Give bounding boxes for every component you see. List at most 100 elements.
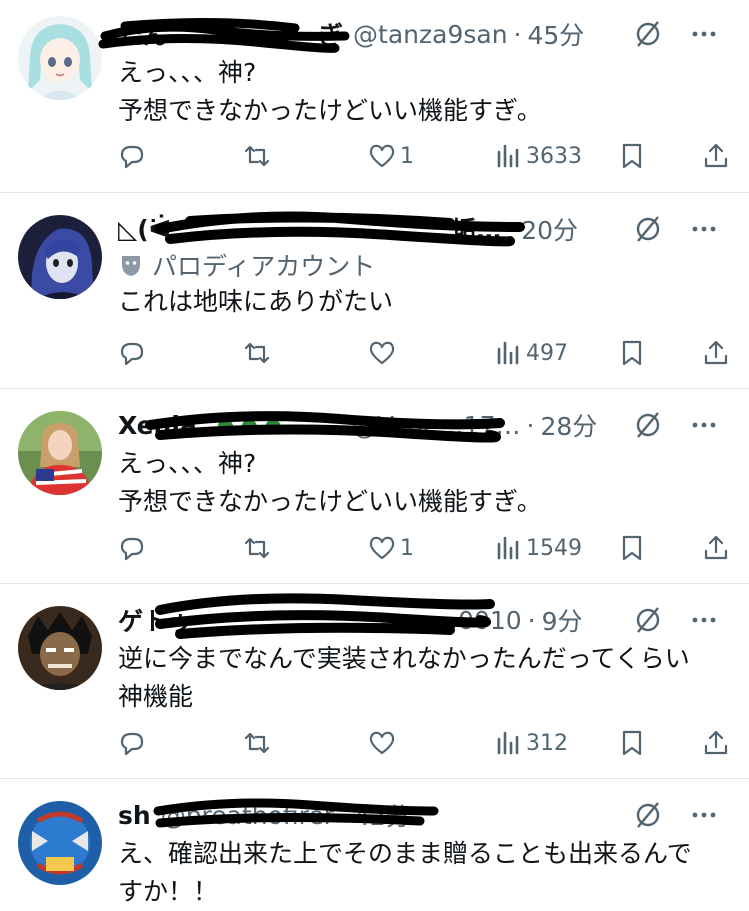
tweet-text: えっ、、、神? 予想できなかったけどいい機能すぎ。 (118, 445, 727, 521)
reply-button[interactable] (118, 339, 146, 367)
handle[interactable]: @Vege…17… (352, 411, 521, 440)
retweet-icon (244, 342, 270, 364)
views-button[interactable]: 3633 (494, 142, 582, 170)
avatar[interactable] (18, 16, 102, 100)
share-button[interactable] (702, 534, 730, 562)
tweet-4[interactable]: ゲトゥ …0010 · 9分 逆に今までなんで実装されなかったんだってくらい 神… (0, 584, 749, 779)
display-name[interactable]: Xenia (118, 411, 197, 440)
like-count: 1 (400, 143, 414, 169)
retweet-button[interactable] (243, 729, 271, 757)
share-icon (704, 730, 728, 755)
grok-icon[interactable] (633, 800, 663, 830)
like-button[interactable] (368, 339, 400, 367)
view-count: 497 (526, 340, 568, 366)
views-icon (497, 731, 519, 755)
reply-icon (120, 342, 144, 366)
like-button[interactable]: 1 (368, 534, 414, 562)
views-button[interactable]: 312 (494, 729, 568, 757)
bookmark-button[interactable] (618, 729, 646, 757)
tweet-header: たん ぎ @tanza9san · 45分 (118, 14, 719, 54)
tweet-text-line: すか！！ (118, 877, 219, 906)
tweet-2[interactable]: ◺(ᐛ 垢… · 20分 パロディアカウント これは地味にありがたい 497 (0, 193, 749, 389)
bookmark-button[interactable] (618, 534, 646, 562)
retweet-icon (244, 732, 270, 754)
tweet-text-line: えっ、、、神? (118, 58, 257, 87)
retweet-button[interactable] (243, 339, 271, 367)
views-button[interactable]: 1549 (494, 534, 582, 562)
views-icon (497, 144, 519, 168)
display-name[interactable]: たん (118, 16, 168, 52)
reply-icon (120, 732, 144, 756)
grok-icon[interactable] (633, 19, 663, 49)
views-icon (497, 536, 519, 560)
more-icon[interactable] (689, 19, 719, 49)
timestamp[interactable]: 20分 (521, 211, 578, 247)
heart-icon (369, 341, 395, 365)
handle[interactable]: @breathofirer (161, 801, 334, 830)
share-icon (704, 143, 728, 168)
reply-button[interactable] (118, 142, 146, 170)
views-button[interactable]: 497 (494, 339, 568, 367)
tweet-text: え、確認出来た上でそのまま贈ることも出来るんで すか！！ (118, 835, 727, 911)
avatar[interactable] (18, 801, 102, 885)
reply-icon (120, 537, 144, 561)
heart-icon (369, 731, 395, 755)
like-button[interactable]: 1 (368, 142, 414, 170)
display-name[interactable]: ゲトゥ (118, 602, 193, 638)
more-icon[interactable] (689, 410, 719, 440)
handle[interactable]: @tanza9san (353, 20, 508, 49)
tweet-text-line: 予想できなかったけどいい機能すぎ。 (118, 96, 542, 125)
tweet-text-line: えっ、、、神? (118, 449, 257, 478)
heart-icon (369, 144, 395, 168)
share-button[interactable] (702, 142, 730, 170)
tweet-5[interactable]: sh @breathofirer · 42分 え、確認出来た上でそのまま贈ること… (0, 779, 749, 911)
timestamp[interactable]: 45分 (528, 16, 585, 52)
bookmark-button[interactable] (618, 142, 646, 170)
avatar[interactable] (18, 411, 102, 495)
display-name-tail[interactable]: 垢… (451, 211, 501, 247)
tweet-text-line: これは地味にありがたい (118, 287, 394, 316)
handle[interactable]: …0010 (433, 606, 522, 635)
bookmark-icon (622, 535, 642, 561)
tweet-3[interactable]: Xenia ● ● ● @Vege…17… · 28分 えっ、、、神? 予想でき… (0, 389, 749, 584)
like-count: 1 (400, 535, 414, 561)
timestamp[interactable]: 9分 (542, 602, 583, 638)
avatar[interactable] (18, 215, 102, 299)
grok-icon[interactable] (633, 410, 663, 440)
more-icon[interactable] (689, 800, 719, 830)
grok-icon[interactable] (633, 214, 663, 244)
timestamp[interactable]: 28分 (540, 407, 597, 443)
view-count: 1549 (526, 535, 582, 561)
more-icon[interactable] (689, 214, 719, 244)
display-name[interactable]: ◺(ᐛ (118, 215, 171, 244)
tweet-header: ◺(ᐛ 垢… · 20分 (118, 209, 719, 249)
parody-badge: パロディアカウント (118, 249, 375, 281)
grok-icon[interactable] (633, 605, 663, 635)
avatar[interactable] (18, 606, 102, 690)
share-button[interactable] (702, 339, 730, 367)
tweet-header: ゲトゥ …0010 · 9分 (118, 600, 719, 640)
display-name[interactable]: sh (118, 801, 151, 830)
display-name-tail[interactable]: ぎ (318, 16, 343, 52)
retweet-button[interactable] (243, 142, 271, 170)
tweet-1[interactable]: たん ぎ @tanza9san · 45分 えっ、、、神? 予想できなかったけど… (0, 0, 749, 193)
retweet-button[interactable] (243, 534, 271, 562)
share-icon (704, 535, 728, 560)
bookmark-button[interactable] (618, 339, 646, 367)
tweet-text: えっ、、、神? 予想できなかったけどいい機能すぎ。 (118, 54, 727, 130)
more-icon[interactable] (689, 605, 719, 635)
share-button[interactable] (702, 729, 730, 757)
heart-icon (369, 536, 395, 560)
retweet-icon (244, 537, 270, 559)
tweet-text: これは地味にありがたい (118, 283, 727, 321)
like-button[interactable] (368, 729, 400, 757)
bookmark-icon (622, 340, 642, 366)
tweet-header: sh @breathofirer · 42分 (118, 795, 719, 835)
view-count: 312 (526, 730, 568, 756)
reply-icon (120, 145, 144, 169)
tweet-text-line: え、確認出来た上でそのまま贈ることも出来るんで (118, 839, 692, 868)
timestamp[interactable]: 42分 (354, 797, 411, 833)
reply-button[interactable] (118, 534, 146, 562)
reply-button[interactable] (118, 729, 146, 757)
views-icon (497, 341, 519, 365)
